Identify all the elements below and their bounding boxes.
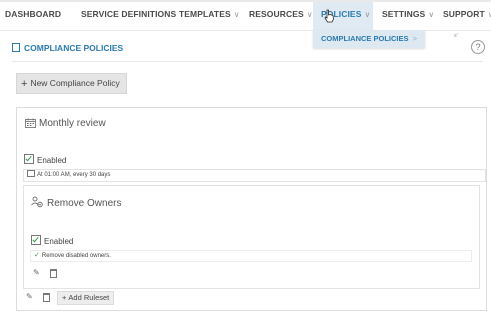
nav-item-service-definitions[interactable]: SERVICE DEFINITIONS — [81, 9, 176, 19]
policy-title: Monthly review — [25, 118, 106, 129]
header-divider — [12, 61, 483, 62]
page-title: COMPLIANCE POLICIES — [12, 43, 123, 53]
checkmark-icon: ✓ — [34, 252, 40, 259]
nav-item-support[interactable]: SUPPORT ∨ — [443, 9, 491, 19]
chevron-down-icon: ∨ — [306, 10, 313, 19]
ruleset-enabled-label: Enabled — [44, 237, 74, 246]
add-ruleset-button[interactable]: + Add Ruleset — [57, 291, 115, 305]
hand-cursor-icon — [324, 9, 334, 23]
nav-item-label: TEMPLATES — [179, 9, 231, 19]
top-nav: DASHBOARD SERVICE DEFINITIONS TEMPLATES ∨… — [0, 0, 491, 31]
chevron-down-icon: ∨ — [428, 10, 435, 19]
new-compliance-policy-label: New Compliance Policy — [30, 78, 120, 88]
chevron-down-icon: ∨ — [364, 10, 371, 19]
plus-icon: + — [21, 78, 28, 90]
policy-card: Monthly review Enabled At 01:00 AM, ever… — [16, 107, 487, 311]
ruleset-enabled-checkbox[interactable] — [31, 235, 41, 245]
nav-item-label: SETTINGS — [382, 9, 426, 19]
help-icon[interactable]: ? — [471, 40, 485, 54]
rule-item: ✓ Remove disabled owners. — [30, 250, 472, 262]
schedule-edit-icon[interactable] — [27, 170, 35, 177]
delete-ruleset-icon[interactable] — [50, 269, 57, 280]
policies-dropdown: COMPLIANCE POLICIES > — [313, 30, 425, 48]
edit-policy-icon[interactable]: ✎ — [26, 292, 33, 301]
chevron-down-icon: ∨ — [233, 10, 240, 19]
nav-item-dashboard[interactable]: DASHBOARD — [5, 9, 61, 19]
rule-text: Remove disabled owners. — [41, 253, 111, 259]
edit-ruleset-icon[interactable]: ✎ — [33, 268, 40, 277]
chevron-right-icon: > — [412, 34, 417, 43]
small-mark: ≡′ — [454, 33, 458, 39]
policy-title-text: Monthly review — [39, 118, 106, 129]
nav-item-templates[interactable]: TEMPLATES ∨ — [179, 9, 240, 19]
clipboard-icon — [12, 43, 20, 52]
policy-enabled-checkbox[interactable] — [24, 154, 34, 164]
policy-enabled-row: Enabled — [24, 154, 66, 165]
delete-policy-icon[interactable] — [43, 293, 50, 304]
trash-icon — [43, 293, 50, 302]
nav-item-settings[interactable]: SETTINGS ∨ — [382, 9, 434, 19]
dropdown-item-compliance-policies[interactable]: COMPLIANCE POLICIES > — [321, 34, 417, 43]
users-gear-icon — [31, 196, 43, 208]
schedule-box: At 01:00 AM, every 30 days — [23, 169, 486, 182]
page-title-text: COMPLIANCE POLICIES — [24, 43, 124, 53]
ruleset-title-text: Remove Owners — [47, 198, 122, 209]
nav-item-label: SERVICE DEFINITIONS — [81, 9, 177, 19]
new-compliance-policy-button[interactable]: + New Compliance Policy — [16, 73, 127, 94]
nav-item-resources[interactable]: RESOURCES ∨ — [249, 9, 313, 19]
schedule-text: At 01:00 AM, every 30 days — [37, 172, 111, 178]
nav-item-label: SUPPORT — [443, 9, 485, 19]
add-ruleset-label: Add Ruleset — [68, 293, 110, 302]
ruleset-title: Remove Owners — [31, 196, 121, 209]
nav-item-label: RESOURCES — [249, 9, 304, 19]
ruleset-card: Remove Owners Enabled ✓ Remove disabled o… — [23, 185, 480, 289]
policy-enabled-label: Enabled — [37, 156, 67, 165]
dropdown-item-label: COMPLIANCE POLICIES — [321, 34, 409, 43]
plus-icon: + — [62, 293, 67, 302]
ruleset-enabled-row: Enabled — [31, 235, 73, 246]
nav-top-border — [0, 0, 491, 2]
trash-icon — [50, 269, 57, 278]
nav-item-label: DASHBOARD — [5, 9, 62, 19]
calendar-icon — [25, 118, 36, 128]
